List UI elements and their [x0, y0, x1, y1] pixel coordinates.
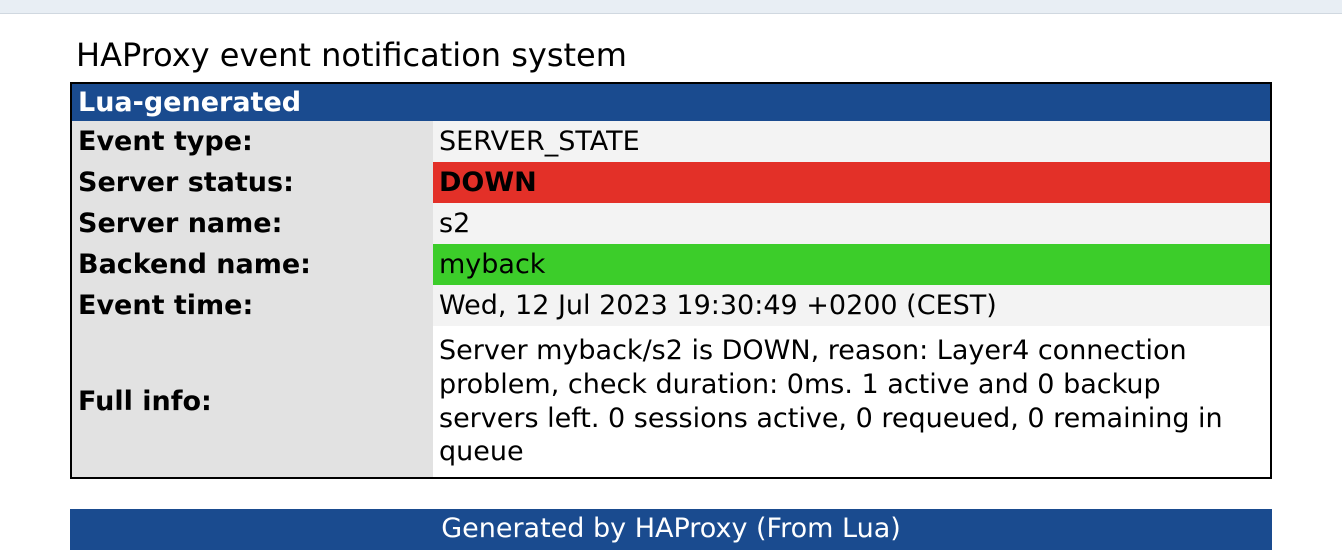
row-server-name: Server name: s2 — [71, 203, 1271, 244]
row-event-time: Event time: Wed, 12 Jul 2023 19:30:49 +0… — [71, 285, 1271, 326]
row-backend-name: Backend name: myback — [71, 244, 1271, 285]
value-backend-name: myback — [433, 244, 1271, 285]
subheader-row: Lua-generated — [71, 83, 1271, 121]
row-server-status: Server status: DOWN — [71, 162, 1271, 203]
main-container: HAProxy event notification system Lua-ge… — [0, 14, 1342, 479]
label-event-time: Event time: — [71, 285, 433, 326]
value-full-info: Server myback/s2 is DOWN, reason: Layer4… — [433, 326, 1271, 478]
footer-bar: Generated by HAProxy (From Lua) — [70, 509, 1272, 550]
value-server-status: DOWN — [433, 162, 1271, 203]
label-event-type: Event type: — [71, 121, 433, 162]
label-server-name: Server name: — [71, 203, 433, 244]
value-event-type: SERVER_STATE — [433, 121, 1271, 162]
page-title: HAProxy event notification system — [70, 28, 1272, 82]
row-event-type: Event type: SERVER_STATE — [71, 121, 1271, 162]
event-table: HAProxy event notification system Lua-ge… — [70, 28, 1272, 479]
value-event-time: Wed, 12 Jul 2023 19:30:49 +0200 (CEST) — [433, 285, 1271, 326]
row-full-info: Full info: Server myback/s2 is DOWN, rea… — [71, 326, 1271, 478]
value-server-name: s2 — [433, 203, 1271, 244]
subheader-label: Lua-generated — [71, 83, 1271, 121]
label-server-status: Server status: — [71, 162, 433, 203]
label-backend-name: Backend name: — [71, 244, 433, 285]
window-top-strip — [0, 0, 1342, 14]
label-full-info: Full info: — [71, 326, 433, 478]
